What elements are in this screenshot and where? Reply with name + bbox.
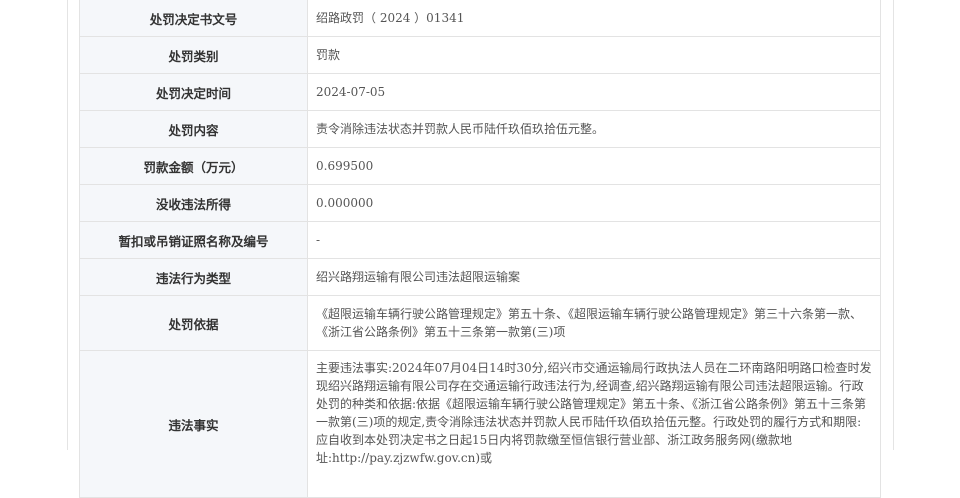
- table-row-confiscated-income: 没收违法所得 0.000000: [79, 184, 881, 222]
- table-row-penalty-content: 处罚内容 责令消除违法状态并罚款人民币陆仟玖佰玖拾伍元整。: [79, 110, 881, 148]
- table-row-license-suspension: 暂扣或吊销证照名称及编号 -: [79, 221, 881, 259]
- table-row-fine-amount: 罚款金额（万元） 0.699500: [79, 147, 881, 185]
- row-label: 违法事实: [79, 350, 308, 498]
- row-value: 罚款: [307, 36, 881, 74]
- row-label: 罚款金额（万元）: [79, 147, 308, 185]
- table-row-violation-facts: 违法事实 主要违法事实:2024年07月04日14时30分,绍兴市交通运输局行政…: [79, 350, 881, 498]
- row-value: 绍兴路翔运输有限公司违法超限运输案: [307, 258, 881, 296]
- row-value: 主要违法事实:2024年07月04日14时30分,绍兴市交通运输局行政执法人员在…: [307, 350, 881, 498]
- table-row-decision-date: 处罚决定时间 2024-07-05: [79, 73, 881, 111]
- row-label: 处罚决定书文号: [79, 0, 308, 37]
- table-row-penalty-category: 处罚类别 罚款: [79, 36, 881, 74]
- penalty-info-table: 处罚决定书文号 绍路政罚（ 2024 ）01341 处罚类别 罚款 处罚决定时间…: [79, 0, 881, 498]
- row-label: 处罚类别: [79, 36, 308, 74]
- table-row-violation-type: 违法行为类型 绍兴路翔运输有限公司违法超限运输案: [79, 258, 881, 296]
- row-label: 暂扣或吊销证照名称及编号: [79, 221, 308, 259]
- row-value: 0.000000: [307, 184, 881, 222]
- row-value: 0.699500: [307, 147, 881, 185]
- table-row-penalty-basis: 处罚依据 《超限运输车辆行驶公路管理规定》第五十条、《超限运输车辆行驶公路管理规…: [79, 295, 881, 351]
- row-value: 绍路政罚（ 2024 ）01341: [307, 0, 881, 37]
- table-row-decision-number: 处罚决定书文号 绍路政罚（ 2024 ）01341: [79, 0, 881, 37]
- row-value: 2024-07-05: [307, 73, 881, 111]
- row-label: 没收违法所得: [79, 184, 308, 222]
- row-label: 处罚内容: [79, 110, 308, 148]
- row-value: -: [307, 221, 881, 259]
- row-label: 处罚决定时间: [79, 73, 308, 111]
- row-value: 责令消除违法状态并罚款人民币陆仟玖佰玖拾伍元整。: [307, 110, 881, 148]
- row-label: 处罚依据: [79, 295, 308, 351]
- row-label: 违法行为类型: [79, 258, 308, 296]
- row-value: 《超限运输车辆行驶公路管理规定》第五十条、《超限运输车辆行驶公路管理规定》第三十…: [307, 295, 881, 351]
